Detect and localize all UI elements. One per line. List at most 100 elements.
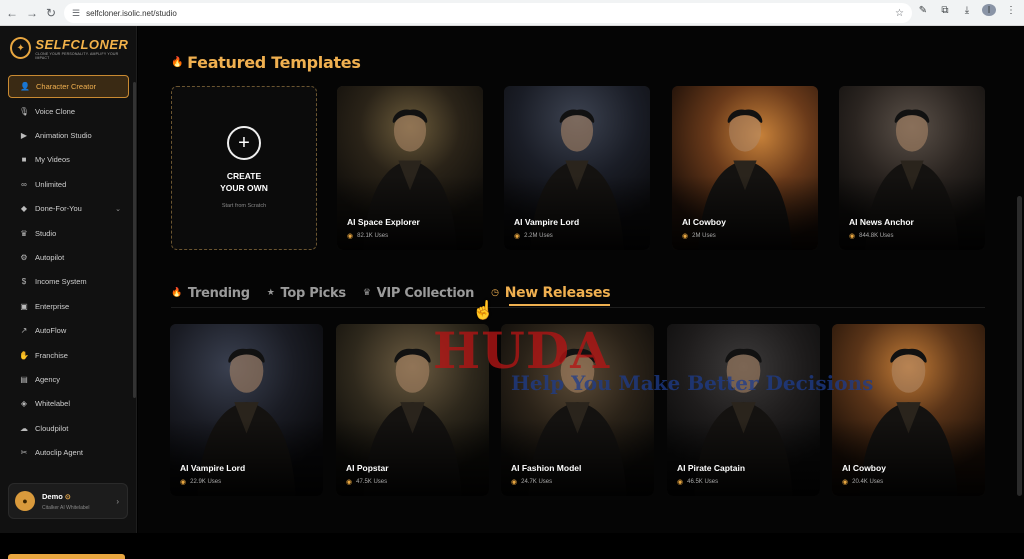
- category-tabs: 🔥 Trending ★ Top Picks ♛ VIP Collection ◷ New R…: [171, 281, 627, 306]
- sidebar-item-label: Voice Clone: [35, 106, 76, 116]
- chevron-right-icon: ›: [116, 496, 119, 506]
- new-release-card[interactable]: AI Vampire Lord ◉ 22.9K Uses: [170, 324, 323, 496]
- menu-dots-icon[interactable]: ⋮: [1004, 5, 1018, 16]
- brand-logo[interactable]: ✦ SELFCLONER CLONE YOUR PERSONALITY. AMP…: [10, 32, 130, 64]
- sidebar-item-label: Enterprise: [35, 301, 70, 311]
- sidebar-item-enterprise[interactable]: ▣ Enterprise: [8, 294, 129, 318]
- building-icon: ▣: [20, 301, 28, 311]
- card-uses-count: 82.1K Uses: [357, 233, 389, 239]
- sidebar-item-label: Character Creator: [36, 82, 97, 91]
- sidebar-item-label: Franchise: [35, 350, 68, 360]
- sidebar-item-label: Animation Studio: [35, 131, 92, 141]
- sidebar-item-agency[interactable]: ▤ Agency: [8, 367, 129, 391]
- sidebar-item-whitelabel[interactable]: ◈ Whitelabel: [8, 392, 129, 416]
- sidebar-menu: 👤 Character Creator 🎙 Voice Clone ▶ Animation…: [8, 75, 129, 465]
- tab-trending[interactable]: 🔥 Trending: [171, 286, 250, 301]
- dollar-icon: $: [21, 277, 27, 287]
- card-title: AI News Anchor: [849, 217, 914, 227]
- sidebar-item-label: Done-For-You: [35, 204, 82, 214]
- pen-icon[interactable]: ✎: [916, 5, 930, 16]
- card-uses-count: 20.4K Uses: [852, 479, 884, 485]
- infinity-icon: ∞: [21, 179, 27, 189]
- handshake-icon: ✋: [19, 350, 29, 360]
- sidebar-item-done-for-you[interactable]: ◆ Done-For-You ⌄: [8, 197, 129, 221]
- tab-vip-collection[interactable]: ♛ VIP Collection: [363, 286, 475, 301]
- chevron-down-icon: ⌄: [115, 205, 121, 213]
- featured-template-card[interactable]: AI News Anchor ◉ 844.8K Uses: [839, 86, 985, 250]
- tab-label: Top Picks: [280, 285, 347, 301]
- sidebar-item-label: Cloudpilot: [35, 423, 69, 433]
- tab-label: Trending: [187, 285, 250, 301]
- site-info-icon[interactable]: ☰: [72, 8, 80, 19]
- new-release-card[interactable]: AI Pirate Captain ◉ 46.5K Uses: [667, 324, 820, 496]
- featured-template-card[interactable]: AI Space Explorer ◉ 82.1K Uses: [337, 86, 483, 250]
- user-card[interactable]: ● Demo ⊙ Citalker AI Whitelabel ›: [8, 483, 128, 519]
- browser-toolbar: ← → ↻ ☰ selfcloner.isolic.net/studio ☆ ✎…: [0, 0, 1024, 26]
- sidebar-item-animation-studio[interactable]: ▶ Animation Studio: [8, 123, 129, 147]
- mouse-cursor-icon: ☝: [472, 300, 495, 320]
- new-release-card[interactable]: AI Popstar ◉ 47.5K Uses: [336, 324, 489, 496]
- card-uses-count: 844.8K Uses: [859, 233, 894, 239]
- card-title: AI Vampire Lord: [180, 463, 246, 473]
- sidebar-item-studio[interactable]: ♛ Studio: [8, 221, 129, 245]
- play-icon: ▶: [20, 131, 28, 141]
- bookmark-star-icon[interactable]: ☆: [895, 8, 904, 19]
- eye-icon: ◉: [347, 233, 354, 240]
- address-bar[interactable]: ☰ selfcloner.isolic.net/studio ☆: [64, 3, 912, 23]
- featured-template-card[interactable]: AI Vampire Lord ◉ 2.2M Uses: [504, 86, 650, 250]
- card-uses-count: 2.2M Uses: [524, 233, 553, 239]
- featured-template-card[interactable]: AI Cowboy ◉ 2M Uses: [672, 86, 818, 250]
- extensions-icon[interactable]: ⧉: [938, 5, 952, 16]
- download-icon[interactable]: ⤓: [960, 5, 974, 16]
- cloud-icon: ☁: [20, 423, 28, 433]
- sidebar-item-label: Agency: [35, 374, 61, 384]
- create-line-2: YOUR OWN: [220, 183, 268, 193]
- back-icon[interactable]: ←: [2, 3, 22, 23]
- sidebar-item-character-creator[interactable]: 👤 Character Creator: [8, 75, 129, 98]
- user-avatar-icon: ●: [15, 491, 35, 511]
- card-uses-count: 24.7K Uses: [521, 479, 553, 485]
- star-icon: ★: [266, 288, 275, 298]
- reload-icon[interactable]: ↻: [41, 3, 61, 23]
- sidebar-item-unlimited[interactable]: ∞ Unlimited: [8, 172, 129, 196]
- card-uses: ◉ 47.5K Uses: [346, 478, 387, 486]
- main-scrollbar[interactable]: [1017, 196, 1022, 496]
- tag-icon: ◈: [20, 399, 28, 409]
- verified-icon: ⊙: [64, 493, 71, 501]
- chart-icon: ↗: [20, 326, 28, 336]
- url-text: selfcloner.isolic.net/studio: [86, 8, 177, 18]
- sidebar-item-cloudpilot[interactable]: ☁ Cloudpilot: [8, 416, 129, 440]
- new-release-card[interactable]: AI Cowboy ◉ 20.4K Uses: [832, 324, 985, 496]
- sidebar-item-label: Whitelabel: [35, 399, 71, 409]
- eye-icon: ◉: [346, 479, 353, 486]
- forward-icon[interactable]: →: [22, 3, 42, 23]
- sidebar-item-income-system[interactable]: $ Income System: [8, 270, 129, 294]
- brand-tagline: CLONE YOUR PERSONALITY. AMPLIFY YOUR IMP…: [35, 51, 119, 60]
- eye-icon: ◉: [682, 233, 689, 240]
- profile-avatar[interactable]: I: [982, 4, 996, 16]
- featured-title-text: Featured Templates: [187, 53, 361, 72]
- sidebar-scrollbar[interactable]: [133, 82, 136, 398]
- card-title: AI Fashion Model: [511, 463, 582, 473]
- sidebar-item-franchise[interactable]: ✋ Franchise: [8, 343, 129, 367]
- bottom-accent-bar: [8, 554, 125, 559]
- card-title: AI Cowboy: [682, 217, 726, 227]
- card-uses: ◉ 46.5K Uses: [677, 478, 718, 486]
- eye-icon: ◉: [511, 479, 518, 486]
- sidebar-item-voice-clone[interactable]: 🎙 Voice Clone: [8, 99, 129, 123]
- card-uses-count: 47.5K Uses: [356, 479, 388, 485]
- sidebar: ✦ SELFCLONER CLONE YOUR PERSONALITY. AMP…: [0, 26, 137, 559]
- card-title: AI Vampire Lord: [514, 217, 580, 227]
- new-release-card[interactable]: AI Fashion Model ◉ 24.7K Uses: [501, 324, 654, 496]
- tab-top-picks[interactable]: ★ Top Picks: [267, 286, 346, 301]
- sidebar-item-autopilot[interactable]: ⚙ Autopilot: [8, 245, 129, 269]
- tab-new-releases[interactable]: ◷ New Releases: [491, 285, 611, 306]
- brand-name: SELFCLONER: [35, 36, 129, 52]
- create-your-own-card[interactable]: + CREATE YOUR OWN Start from Scratch: [171, 86, 317, 250]
- sidebar-item-autoflow[interactable]: ↗ AutoFlow: [8, 319, 129, 343]
- card-uses-count: 22.9K Uses: [190, 479, 222, 485]
- sidebar-item-my-videos[interactable]: ■ My Videos: [8, 148, 129, 172]
- sidebar-item-label: Autopilot: [35, 253, 65, 263]
- card-uses-count: 2M Uses: [692, 233, 716, 239]
- sidebar-item-autoclip-agent[interactable]: ✂ Autoclip Agent: [8, 440, 129, 464]
